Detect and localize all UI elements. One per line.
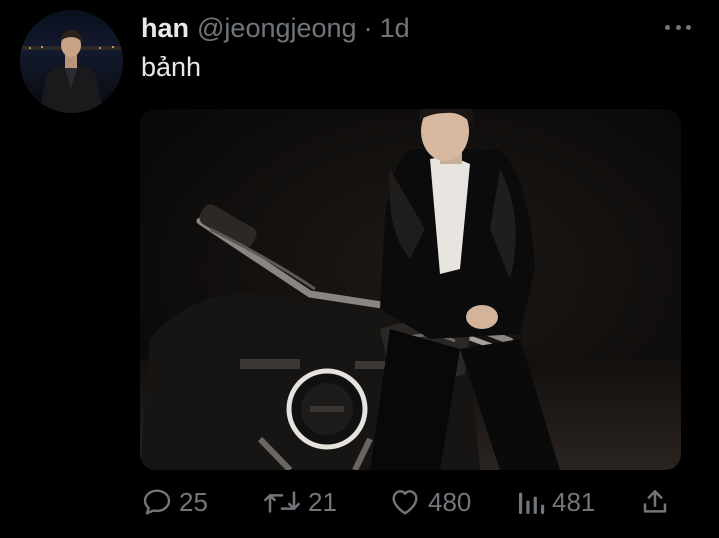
reply-button[interactable]: 25 xyxy=(141,478,208,526)
views-icon xyxy=(519,492,545,514)
more-dot xyxy=(675,24,681,30)
more-dot xyxy=(665,24,670,30)
avatar[interactable] xyxy=(20,10,123,113)
share-icon xyxy=(643,490,667,513)
tweet-header: han @jeongjeong · 1d xyxy=(141,13,410,45)
view-count: 481 xyxy=(552,486,596,517)
more-dot xyxy=(686,24,691,30)
avatar-image xyxy=(20,10,123,113)
reply-count: 25 xyxy=(179,486,208,517)
photo-man-on-motorcycle xyxy=(140,109,681,470)
tweet-timestamp[interactable]: 1d xyxy=(380,13,410,44)
retweet-icon xyxy=(264,491,300,513)
retweet-button[interactable]: 21 xyxy=(262,478,337,526)
user-handle[interactable]: @jeongjeong xyxy=(197,13,357,44)
separator-dot: · xyxy=(363,13,373,43)
like-button[interactable]: 480 xyxy=(388,478,471,526)
like-count: 480 xyxy=(428,486,472,517)
display-name[interactable]: han xyxy=(141,13,189,44)
tweet-actions: 25 21 480 481 xyxy=(0,478,719,526)
share-button[interactable] xyxy=(640,478,670,526)
reply-icon xyxy=(143,489,171,515)
heart-icon xyxy=(392,490,418,515)
views-button[interactable]: 481 xyxy=(516,478,595,526)
tweet-photo[interactable] xyxy=(140,109,681,470)
tweet-text: bảnh xyxy=(141,52,202,82)
more-options-icon[interactable] xyxy=(665,18,691,36)
retweet-count: 21 xyxy=(308,486,337,517)
